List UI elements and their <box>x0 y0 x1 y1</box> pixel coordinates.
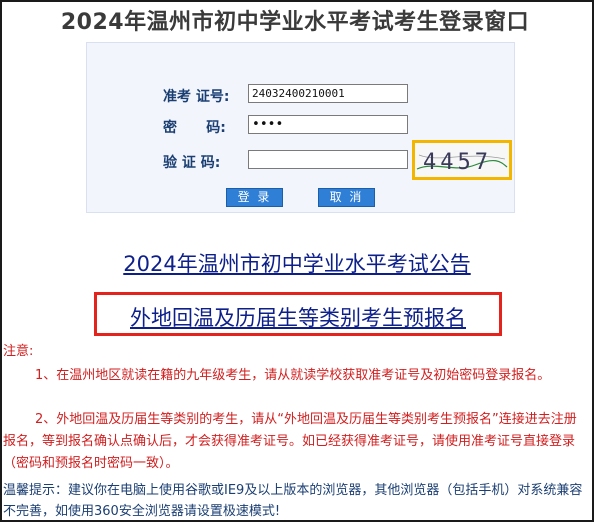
password-input[interactable]: •••• <box>248 115 408 134</box>
notice-heading: 注意: <box>3 344 34 359</box>
captcha-label: 验 证 码: <box>163 155 221 171</box>
notice-item-2: 2、外地回温及历届生等类别的考生，请从“外地回温及历届生等类别考生预报名”连接进… <box>3 409 588 475</box>
browser-tip: 温馨提示：建议你在电脑上使用谷歌或IE9及以上版本的浏览器，其他浏览器（包括手机… <box>3 483 583 519</box>
prereg-link[interactable]: 外地回温及历届生等类别考生预报名 <box>97 302 499 332</box>
captcha-image[interactable]: 4457 <box>412 140 512 180</box>
captcha-characters: 4457 <box>423 150 492 175</box>
notice-link[interactable]: 2024年温州市初中学业水平考试公告 <box>0 248 594 278</box>
password-label: 密 码: <box>163 120 226 136</box>
notice-item-2-text: 2、外地回温及历届生等类别的考生，请从“外地回温及历届生等类别考生预报名”连接进… <box>3 412 577 471</box>
exam-number-input[interactable]: 24032400210001 <box>248 84 408 103</box>
captcha-input[interactable] <box>248 150 408 169</box>
notice-item-1: 1、在温州地区就读在籍的九年级考生，请从就读学校获取准考证号及初始密码登录报名。 <box>3 365 588 387</box>
exam-number-label: 准考 证号: <box>163 89 230 105</box>
cancel-button[interactable]: 取 消 <box>318 188 375 207</box>
notice-item-1-text: 1、在温州地区就读在籍的九年级考生，请从就读学校获取准考证号及初始密码登录报名。 <box>35 368 551 383</box>
prereg-highlight-box: 外地回温及历届生等类别考生预报名 <box>94 292 502 336</box>
captcha-graphic: 4457 <box>416 150 508 175</box>
page-title: 2024年温州市初中学业水平考试考生登录窗口 <box>60 10 530 35</box>
login-button[interactable]: 登 录 <box>226 188 283 207</box>
